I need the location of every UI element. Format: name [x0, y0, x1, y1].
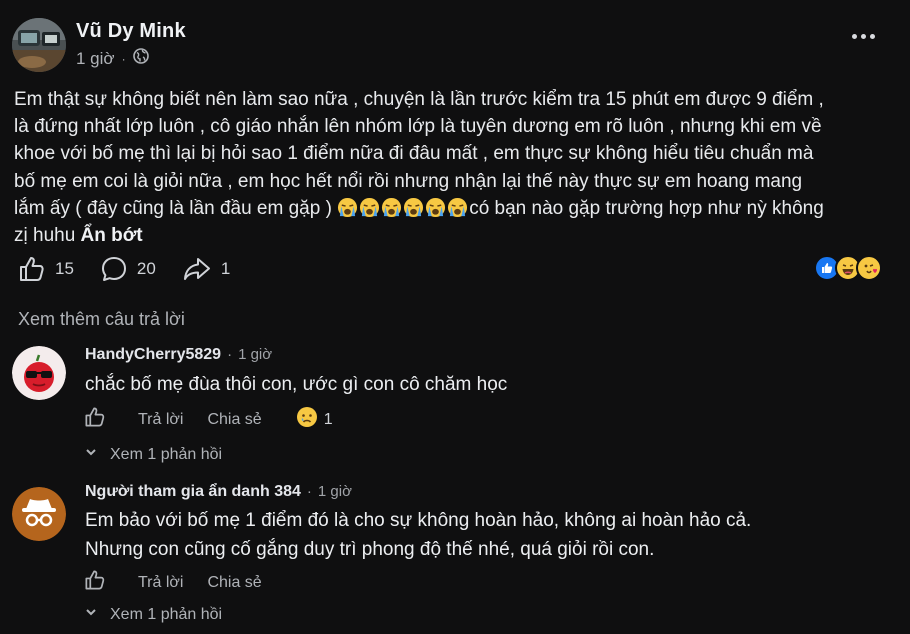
comment-time[interactable]: 1 giờ [318, 483, 352, 500]
comment-reaction-count: 1 [323, 410, 333, 428]
reaction-summary[interactable] [814, 255, 882, 281]
comment-item: HandyCherry5829 · 1 giờ chắc bố mẹ đùa t… [12, 346, 892, 476]
post-action-bar: 15 20 1 [18, 254, 256, 284]
author-avatar[interactable] [12, 18, 66, 72]
comment-text-line: chắc bố mẹ đùa thôi con, ước gì con cô c… [85, 374, 508, 395]
post-body-line: là đứng nhất lớp luôn , cô giáo nhắn lên… [14, 116, 822, 138]
post-body-line: zị huhu Ẩn bớt [14, 222, 889, 249]
share-comment-button[interactable]: Chia sẻ [207, 411, 261, 429]
comment-text-line: Em bảo với bố mẹ 1 điểm đó là cho sự khô… [85, 510, 752, 531]
post-body-line-emoji: lắm ấy ( đây cũng là lần đầu em gặp ) có… [14, 195, 889, 222]
comment-text-line: Nhưng con cũng cố gắng duy trì phong độ … [85, 539, 655, 560]
post-body-line: khoe với bố mẹ thì lại bị hỏi sao 1 điểm… [14, 143, 814, 165]
view-replies-button[interactable]: Xem 1 phản hồi [84, 445, 222, 464]
view-replies-label: Xem 1 phản hồi [110, 445, 223, 463]
view-replies-button[interactable]: Xem 1 phản hồi [84, 605, 222, 624]
chevron-down-icon [84, 605, 98, 624]
comment-count: 20 [136, 259, 156, 278]
anonymous-avatar[interactable] [12, 487, 66, 541]
post-body-line: bố mẹ em coi là giỏi nữa , em học hết nổ… [14, 170, 803, 192]
meta-separator: · [121, 51, 126, 66]
see-less-link[interactable]: Ẩn bớt [81, 225, 143, 246]
love-reaction-icon [856, 255, 882, 281]
comment-bubble-icon [100, 255, 128, 283]
post-time[interactable]: 1 giờ [76, 49, 115, 69]
post-body-text: zị huhu [14, 225, 81, 247]
thumbs-up-icon [18, 255, 46, 283]
post-body-line: Em thật sự không biết nên làm sao nữa , … [14, 89, 824, 110]
comment-actions: Trả lời Chia sẻ 1 [84, 406, 333, 433]
comment-item: Người tham gia ẩn danh 384 · 1 giờ Em bả… [12, 483, 892, 628]
reply-button[interactable]: Trả lời [138, 411, 183, 429]
loudly-crying-emoji-icon [403, 197, 424, 218]
loudly-crying-emoji-icon [359, 197, 380, 218]
loudly-crying-emoji-icon [425, 197, 446, 218]
meta-separator: · [306, 483, 312, 500]
post-body-text: có bạn nào gặp trường hợp như nỳ không [469, 197, 824, 219]
comment-like-icon[interactable] [84, 406, 106, 433]
view-more-replies-link[interactable]: Xem thêm câu trả lời [18, 309, 185, 330]
loudly-crying-emoji-icon [447, 197, 468, 218]
view-replies-label: Xem 1 phản hồi [110, 605, 223, 623]
author-name[interactable]: Vũ Dy Mink [76, 20, 186, 43]
comment-reaction[interactable]: 1 [296, 406, 333, 433]
comment-text: chắc bố mẹ đùa thôi con, ước gì con cô c… [85, 370, 885, 399]
more-options-icon[interactable] [850, 28, 876, 44]
loudly-crying-emoji-icon [337, 197, 358, 218]
meta-separator: · [227, 346, 233, 363]
crying-emoji-group [337, 197, 469, 219]
reply-button[interactable]: Trả lời [138, 574, 183, 592]
comment-button[interactable]: 20 [100, 255, 156, 283]
post-meta: 1 giờ · [76, 48, 149, 69]
comment-actions: Trả lời Chia sẻ [84, 569, 286, 596]
globe-icon [132, 48, 149, 69]
share-arrow-icon [182, 255, 212, 283]
like-button[interactable]: 15 [18, 255, 74, 283]
comment-text: Em bảo với bố mẹ 1 điểm đó là cho sự khô… [85, 506, 885, 564]
comment-time[interactable]: 1 giờ [238, 346, 272, 363]
comment-header: Người tham gia ẩn danh 384 · 1 giờ [85, 483, 352, 501]
commenter-name[interactable]: Người tham gia ẩn danh 384 [85, 483, 301, 501]
chevron-down-icon [84, 445, 98, 464]
sad-reaction-icon [296, 406, 318, 433]
share-button[interactable]: 1 [182, 255, 230, 283]
post-card: Vũ Dy Mink 1 giờ · Em thật sự không biết… [0, 0, 910, 634]
post-body-text: lắm ấy ( đây cũng là lần đầu em gặp ) [14, 197, 332, 219]
comment-like-icon[interactable] [84, 569, 106, 596]
like-count: 15 [55, 259, 74, 278]
comment-header: HandyCherry5829 · 1 giờ [85, 346, 272, 364]
commenter-name[interactable]: HandyCherry5829 [85, 346, 221, 364]
share-count: 1 [220, 259, 231, 278]
post-body: Em thật sự không biết nên làm sao nữa , … [14, 86, 889, 249]
loudly-crying-emoji-icon [381, 197, 402, 218]
share-comment-button[interactable]: Chia sẻ [207, 574, 261, 592]
commenter-avatar[interactable] [12, 346, 66, 400]
